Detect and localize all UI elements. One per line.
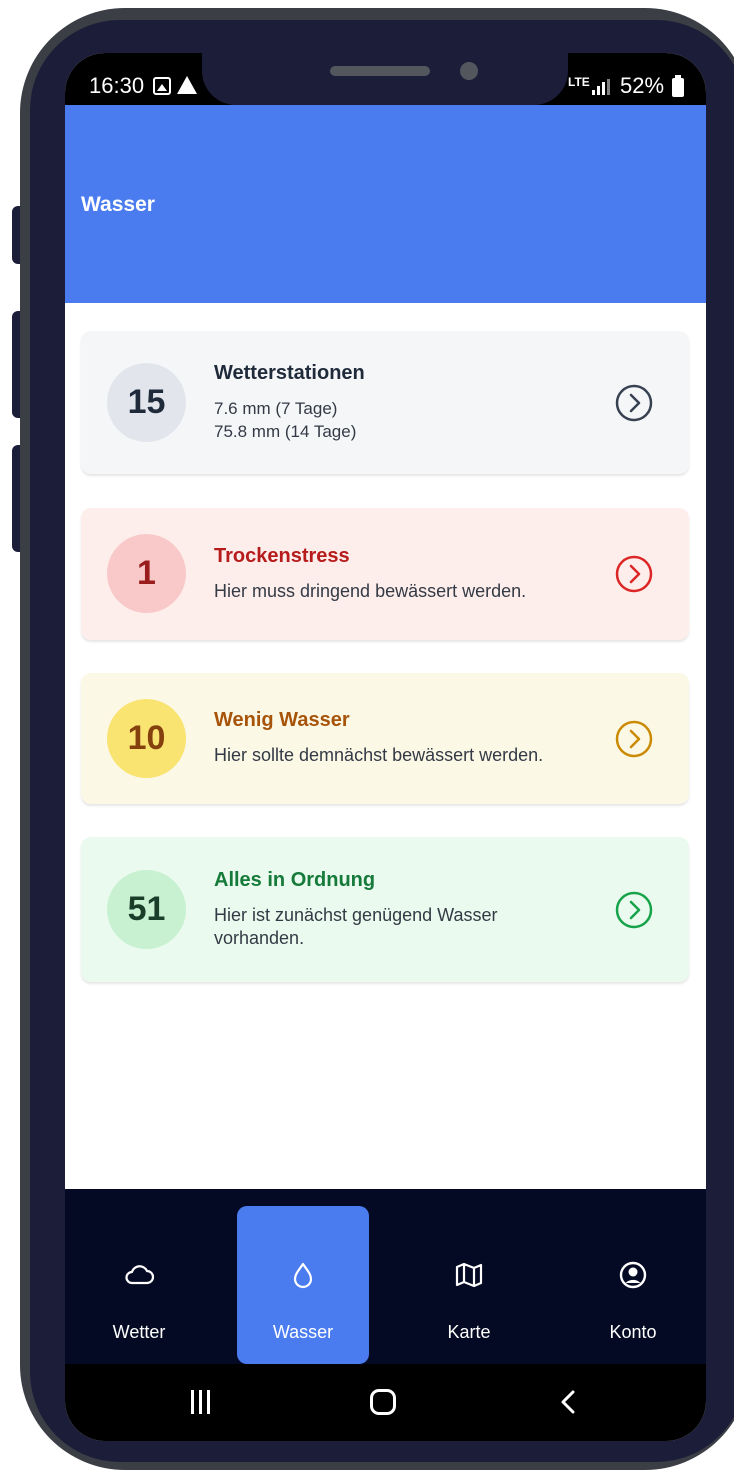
speaker-grille [330, 66, 430, 76]
card-text: Alles in Ordnung Hier ist zunächst genüg… [214, 869, 604, 950]
status-time: 16:30 [89, 73, 145, 98]
app-header: Wasser [65, 105, 706, 303]
chevron-right-circle-icon[interactable] [614, 890, 654, 930]
screen: 16:30 LTE 52% Wasser 15 Wetterstationen … [65, 53, 706, 1441]
nav-item-wasser[interactable]: Wasser [237, 1189, 369, 1364]
card-weather-stations[interactable]: 15 Wetterstationen 7.6 mm (7 Tage) 75.8 … [81, 331, 689, 474]
count-badge: 15 [107, 363, 186, 442]
count-badge: 1 [107, 534, 186, 613]
cloud-icon [125, 1265, 155, 1285]
home-icon[interactable] [370, 1389, 396, 1415]
page-title: Wasser [81, 193, 155, 216]
card-title: Alles in Ordnung [214, 869, 376, 891]
nav-item-wetter[interactable]: Wetter [73, 1189, 205, 1364]
card-title: Wenig Wasser [214, 709, 350, 731]
warning-notification-icon [177, 76, 197, 94]
nav-label: Karte [447, 1322, 491, 1342]
image-notification-icon [153, 77, 171, 95]
nav-label: Wetter [112, 1322, 166, 1342]
nav-label: Konto [609, 1322, 657, 1342]
count-badge: 51 [107, 870, 186, 949]
card-all-good[interactable]: 51 Alles in Ordnung Hier ist zunächst ge… [81, 837, 689, 982]
front-camera [460, 62, 478, 80]
card-line: Hier sollte demnächst bewässert werden. [214, 745, 544, 765]
card-drought-stress[interactable]: 1 Trockenstress Hier muss dringend bewäs… [81, 508, 689, 640]
chevron-right-circle-icon[interactable] [614, 554, 654, 594]
card-text: Wenig Wasser Hier sollte demnächst bewäs… [214, 709, 604, 767]
signal-icon [592, 79, 610, 95]
map-icon [455, 1262, 483, 1288]
card-text: Wetterstationen 7.6 mm (7 Tage) 75.8 mm … [214, 362, 604, 443]
droplet-icon [293, 1262, 313, 1289]
card-line: 7.6 mm (7 Tage) [214, 399, 338, 418]
nav-item-karte[interactable]: Karte [403, 1189, 535, 1364]
bottom-navigation: Wetter Wasser Karte Konto [65, 1189, 706, 1364]
nav-label: Wasser [272, 1322, 334, 1342]
chevron-right-circle-icon[interactable] [614, 383, 654, 423]
nav-item-konto[interactable]: Konto [567, 1189, 699, 1364]
count-badge: 10 [107, 699, 186, 778]
camera-notch [202, 53, 568, 105]
network-type: LTE [568, 75, 590, 89]
recents-icon[interactable] [191, 1390, 211, 1414]
card-title: Wetterstationen [214, 362, 365, 384]
card-low-water[interactable]: 10 Wenig Wasser Hier sollte demnächst be… [81, 673, 689, 804]
back-icon[interactable] [555, 1388, 583, 1416]
battery-percentage: 52% [620, 73, 665, 98]
chevron-right-circle-icon[interactable] [614, 719, 654, 759]
card-text: Trockenstress Hier muss dringend bewässe… [214, 545, 604, 603]
card-title: Trockenstress [214, 545, 350, 567]
card-line: Hier ist zunächst genügend Wasser vorhan… [214, 905, 498, 948]
user-circle-icon [619, 1261, 647, 1289]
card-line: 75.8 mm (14 Tage) [214, 422, 357, 441]
battery-icon [672, 75, 684, 97]
system-navigation-bar [65, 1364, 706, 1441]
card-line: Hier muss dringend bewässert werden. [214, 581, 527, 601]
